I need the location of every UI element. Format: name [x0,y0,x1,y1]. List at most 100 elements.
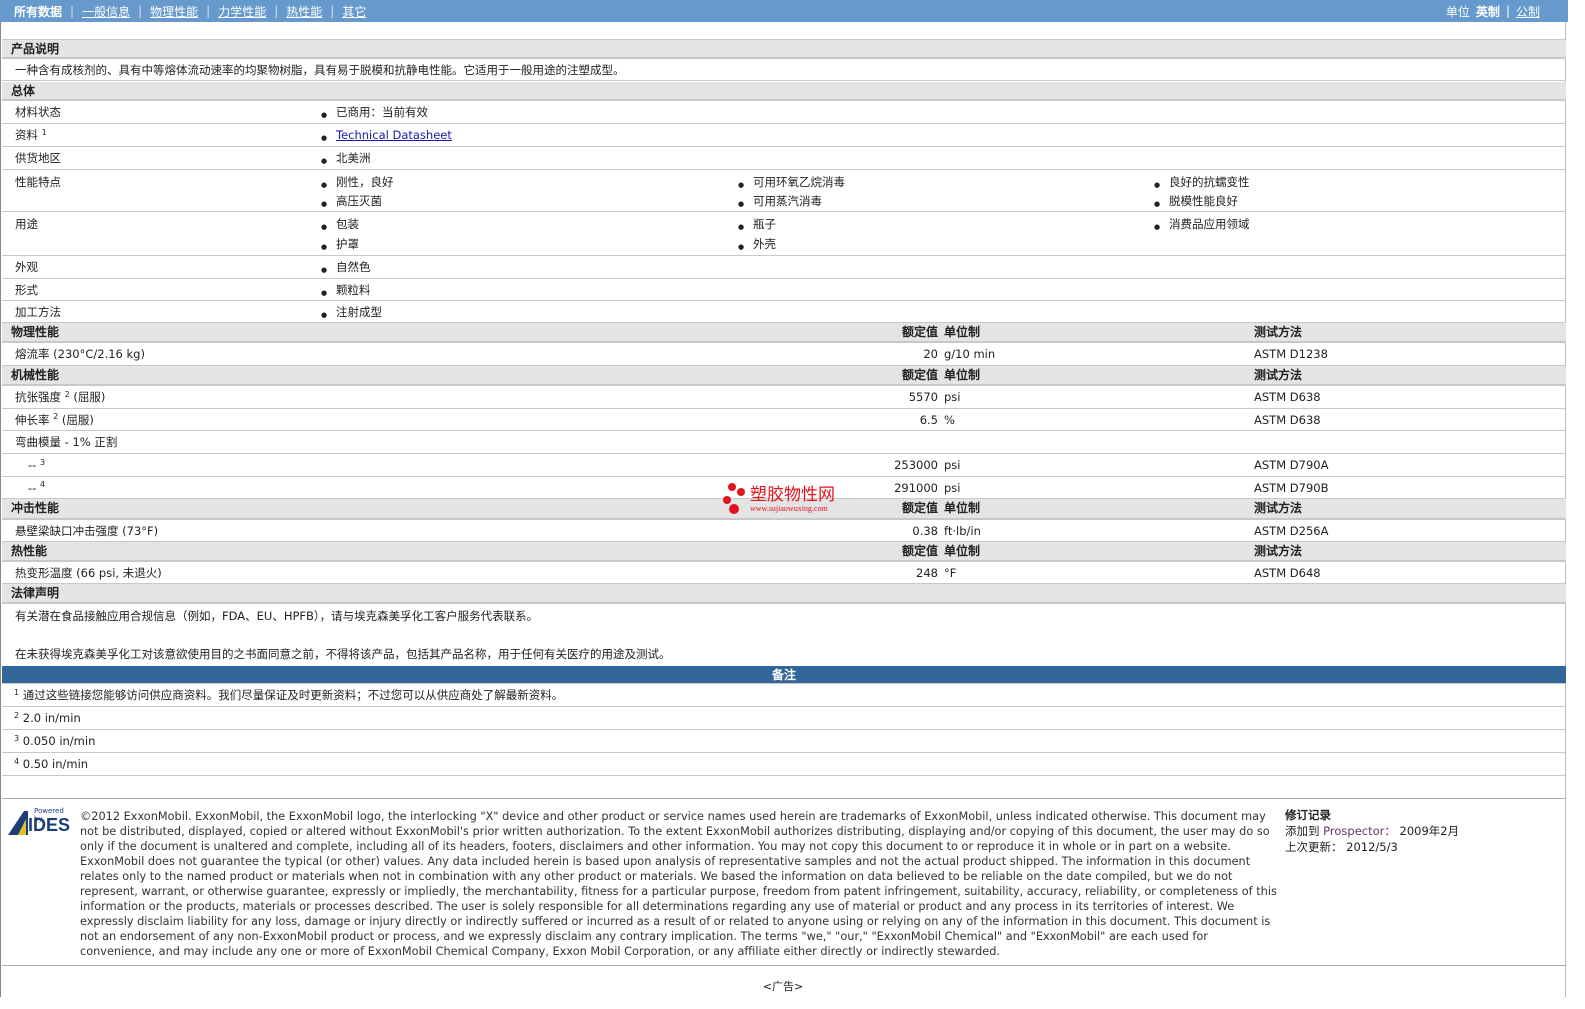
section-mechanical: 机械性能 额定值 单位制 测试方法 [2,366,1566,386]
product-description: 一种含有成核剂的、具有中等熔体流动速率的均聚物树脂，具有易于脱模和抗静电性能。它… [15,63,625,77]
row-region: 供货地区 北美洲 [2,147,1566,173]
row-hdt: 热变形温度 (66 psi, 未退火) 248 °F ASTM D648 [2,562,1566,584]
value: 可用环氧乙烷消毒 [738,172,845,195]
value: 注射成型 [321,301,382,326]
test-method: ASTM D638 [1254,390,1321,404]
value: 291000 [894,481,938,495]
value: 包装 [321,214,359,237]
row-izod: 悬壁梁缺口冲击强度 (73°F) 0.38 ft·lb/in ASTM D256A [2,520,1566,542]
value: 外壳 [738,234,776,257]
row-processing: 加工方法 注射成型 [2,301,1566,326]
value: 可用蒸汽消毒 [738,191,822,214]
unit: psi [944,481,961,495]
test-method: ASTM D648 [1254,566,1321,580]
technical-datasheet-link[interactable]: Technical Datasheet [336,128,452,142]
value: Technical Datasheet [321,124,452,150]
value: 高压灭菌 [321,191,382,214]
test-method: ASTM D256A [1254,524,1329,538]
row-elongation: 伸长率 2 (屈服) 6.5% ASTM D638 [2,409,1566,431]
value: 6.5 [919,413,938,427]
note-item: 4 0.50 in/min [2,753,1566,776]
unit-metric[interactable]: 公制 [1516,3,1540,20]
test-method: ASTM D638 [1254,413,1321,427]
label: 悬壁梁缺口冲击强度 (73°F) [15,524,159,538]
section-thermal: 热性能 额定值 单位制 测试方法 [2,542,1566,562]
section-product-description: 产品说明 [2,40,1566,59]
units-label: 单位 [1445,4,1470,19]
value: 5570 [908,390,938,404]
unit: °F [944,566,957,580]
label: 外观 [15,260,38,274]
value: 护罩 [321,234,359,257]
value: 瓶子 [738,214,776,237]
copyright-disclaimer: ©2012 ExxonMobil. ExxonMobil, the ExxonM… [80,810,1277,958]
value: 248 [916,566,938,580]
tab-thermal[interactable]: 热性能 [286,3,322,20]
section-physical: 物理性能 额定值 单位制 测试方法 [2,323,1566,343]
tab-all-data[interactable]: 所有数据 [14,3,62,20]
tab-other[interactable]: 其它 [342,3,366,20]
ad-placeholder: <广告> [762,980,804,993]
note-item: 1 通过这些链接您能够访问供应商资料。我们尽量保证及时更新资料；不过您可以从供应… [2,684,1566,707]
value: 刚性，良好 [321,172,393,195]
label: 性能特点 [15,175,61,189]
top-nav: 所有数据 | 一般信息 | 物理性能 | 力学性能 | 热性能 | 其它 单位 英制 | 公… [0,0,1568,22]
row-melt-flow: 熔流率 (230°C/2.16 kg) 20 g/10 min ASTM D1238 [2,343,1566,366]
value: 自然色 [321,256,370,282]
footer: Powered by IDES ©2012 ExxonMobil. ExxonM… [2,798,1566,966]
row-material-status: 材料状态 已商用：当前有效 [2,101,1566,127]
watermark: 塑胶物性网 www.sujiaowuxing.com [722,482,835,516]
unit: ft·lb/in [944,524,981,538]
value: 北美洲 [321,147,370,173]
description-row: 一种含有成核剂的、具有中等熔体流动速率的均聚物树脂，具有易于脱模和抗静电性能。它… [2,59,1566,81]
unit: % [944,413,955,427]
ides-logo: Powered by IDES [8,807,72,839]
unit: psi [944,390,961,404]
row-uses: 用途 包装 瓶子 消费品应用领域 护罩 外壳 [2,212,1566,257]
section-legal: 法律声明 [2,584,1566,604]
test-method: ASTM D1238 [1254,347,1328,361]
note-item: 2 2.0 in/min [2,707,1566,730]
section-general: 总体 [2,82,1566,101]
row-documents: 资料 1 Technical Datasheet [2,124,1566,150]
spacer [2,22,1566,40]
label: 供货地区 [15,151,61,165]
label: 抗张强度 2 (屈服) [15,390,106,404]
label: 资料 1 [15,128,47,142]
label: -- 3 [28,458,46,472]
value: 颗粒料 [321,279,370,304]
legal-medical: 在未获得埃克森美孚化工对该意欲使用目的之书面同意之前，不得将该产品，包括其产品名… [15,647,671,661]
unit-switcher: 单位 英制 | 公制 [1445,3,1540,20]
unit: g/10 min [944,347,996,361]
tab-mechanical[interactable]: 力学性能 [218,3,266,20]
tab-physical[interactable]: 物理性能 [150,3,198,20]
unit: psi [944,458,961,472]
label: 加工方法 [15,305,61,319]
value: 消费品应用领域 [1154,214,1249,237]
value: 已商用：当前有效 [321,101,428,127]
value: 253000 [894,458,938,472]
legal-food-contact: 有关潜在食品接触应用合规信息（例如，FDA、EU、HPFB），请与埃克森美孚化工… [15,609,539,623]
label: 材料状态 [15,105,61,119]
unit-imperial[interactable]: 英制 [1476,3,1500,20]
label: 伸长率 2 (屈服) [15,412,94,427]
label: 弯曲模量 - 1% 正割 [15,435,118,449]
ides-logo-icon [8,811,28,835]
label: 用途 [15,217,38,231]
test-method: ASTM D790A [1254,458,1329,472]
row-flexural: 弯曲模量 - 1% 正割 [2,431,1566,454]
label: -- 4 [28,480,46,495]
row-flexural-a: -- 3 253000 psi ASTM D790A [2,454,1566,477]
label: 热变形温度 (66 psi, 未退火) [15,566,162,580]
note-item: 3 0.050 in/min [2,730,1566,753]
value: 0.38 [912,524,938,538]
value: 脱模性能良好 [1154,191,1238,214]
row-form: 形式 颗粒料 [2,279,1566,304]
tab-general[interactable]: 一般信息 [82,3,130,20]
row-appearance: 外观 自然色 [2,256,1566,282]
row-features: 性能特点 刚性，良好 可用环氧乙烷消毒 良好的抗蠕变性 高压灭菌 可用蒸汽消毒 … [2,170,1566,214]
label: 熔流率 (230°C/2.16 kg) [15,347,145,361]
row-tensile: 抗张强度 2 (屈服) 5570 psi ASTM D638 [2,386,1566,409]
watermark-dots-icon [723,483,745,514]
value: 20 [923,347,938,361]
